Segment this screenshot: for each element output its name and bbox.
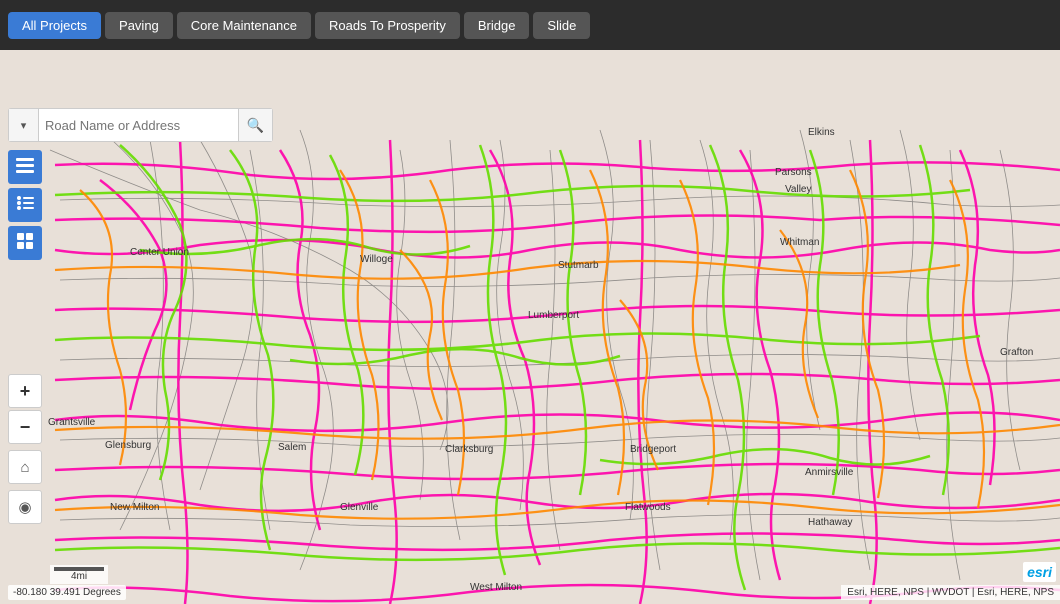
search-bar: ▾ 🔍: [8, 108, 273, 142]
svg-text:Grantsville: Grantsville: [48, 417, 96, 428]
home-button[interactable]: ⌂: [8, 450, 42, 484]
search-dropdown-button[interactable]: ▾: [9, 109, 39, 141]
attribution-text: Esri, HERE, NPS | WVDOT | Esri, HERE, NP…: [847, 587, 1054, 598]
search-icon: 🔍: [247, 117, 264, 134]
svg-text:Center Union: Center Union: [130, 247, 189, 258]
tab-roads-to-prosperity[interactable]: Roads To Prosperity: [315, 12, 460, 39]
home-icon: ⌂: [20, 459, 29, 476]
chevron-down-icon: ▾: [21, 119, 27, 132]
layers-button[interactable]: [8, 150, 42, 184]
svg-text:Anmirsville: Anmirsville: [805, 467, 854, 478]
locate-button[interactable]: ◉: [8, 490, 42, 524]
svg-text:Flatwoods: Flatwoods: [625, 502, 671, 513]
svg-text:Willoge: Willoge: [360, 254, 393, 265]
tab-bridge[interactable]: Bridge: [464, 12, 530, 39]
map-container: Elkins Parsons Valley Whitman Center Uni…: [0, 50, 1060, 604]
top-nav: All Projects Paving Core Maintenance Roa…: [0, 0, 1060, 50]
svg-text:Glenville: Glenville: [340, 502, 379, 513]
left-toolbar: [8, 150, 42, 260]
list-icon: [16, 194, 34, 216]
scale-label: 4mi: [71, 571, 87, 582]
svg-text:Elkins: Elkins: [808, 127, 835, 138]
esri-logo: esri: [1023, 562, 1056, 582]
coordinates-display: -80.180 39.491 Degrees: [8, 585, 126, 600]
zoom-controls: + − ⌂ ◉: [8, 374, 42, 524]
locate-icon: ◉: [18, 498, 31, 516]
search-button[interactable]: 🔍: [238, 109, 272, 141]
zoom-out-button[interactable]: −: [8, 410, 42, 444]
svg-text:Lumberport: Lumberport: [528, 310, 579, 321]
attribution: Esri, HERE, NPS | WVDOT | Esri, HERE, NP…: [841, 585, 1060, 600]
zoom-in-button[interactable]: +: [8, 374, 42, 408]
tab-slide[interactable]: Slide: [533, 12, 590, 39]
coordinates-text: -80.180 39.491 Degrees: [13, 587, 121, 598]
svg-text:West Milton: West Milton: [470, 582, 522, 593]
svg-text:Valley: Valley: [785, 184, 812, 195]
grid-icon: [16, 232, 34, 254]
tab-paving[interactable]: Paving: [105, 12, 173, 39]
layers-icon: [16, 156, 34, 178]
svg-text:Hathaway: Hathaway: [808, 517, 852, 528]
svg-text:Glensburg: Glensburg: [105, 440, 151, 451]
svg-text:Salem: Salem: [278, 442, 306, 453]
list-button[interactable]: [8, 188, 42, 222]
search-input[interactable]: [39, 118, 238, 133]
tab-core-maintenance[interactable]: Core Maintenance: [177, 12, 311, 39]
svg-text:Parsons: Parsons: [775, 167, 812, 178]
svg-text:Clarksburg: Clarksburg: [445, 444, 493, 455]
scale-bar: 4mi: [50, 565, 108, 584]
svg-text:Bridgeport: Bridgeport: [630, 444, 676, 455]
svg-text:Whitman: Whitman: [780, 237, 819, 248]
tab-all-projects[interactable]: All Projects: [8, 12, 101, 39]
grid-button[interactable]: [8, 226, 42, 260]
svg-text:Grafton: Grafton: [1000, 347, 1033, 358]
svg-text:Stutmarb: Stutmarb: [558, 260, 599, 271]
svg-text:New Milton: New Milton: [110, 502, 159, 513]
